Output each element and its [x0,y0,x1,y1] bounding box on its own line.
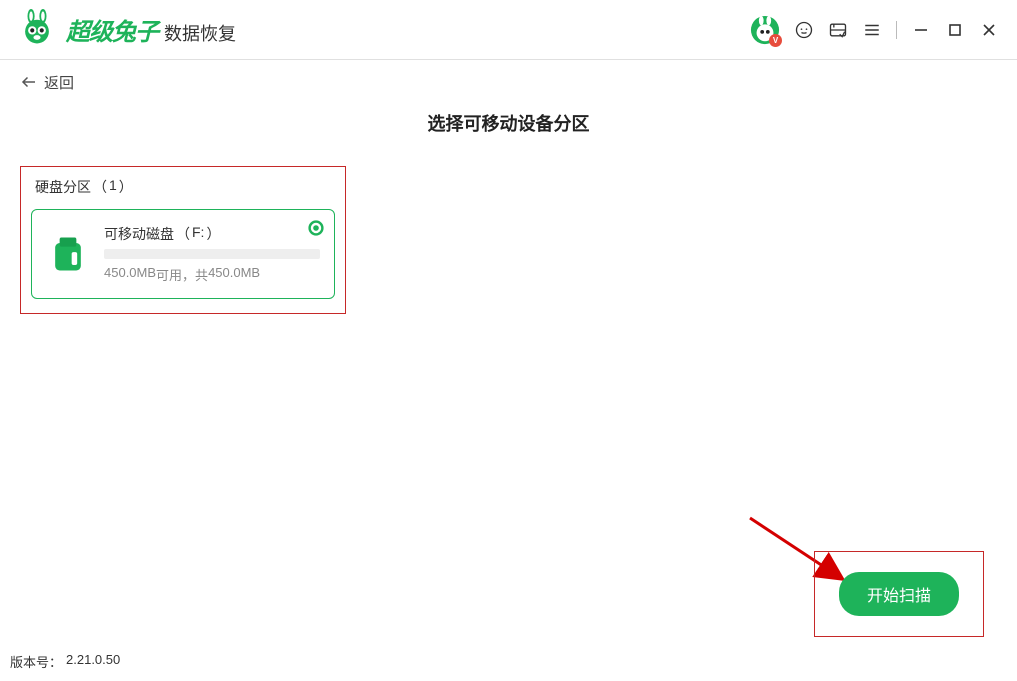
close-button[interactable] [979,20,999,40]
main: 选择可移动设备分区 硬盘分区 （ 1 ） 可移动磁盘 （ F: [0,110,1017,314]
logo-rabbit-icon [18,9,56,50]
start-scan-button[interactable]: 开始扫描 [839,572,959,616]
user-avatar[interactable]: V [750,15,780,45]
minimize-button[interactable] [911,20,931,40]
subbar: 返回 [0,60,1017,104]
separator [896,21,897,39]
titlebar-right: V [750,15,999,45]
service-icon[interactable] [794,20,814,40]
removable-disk-icon [46,232,90,276]
partition-info: 可移动磁盘 （ F: ） 450.0MB 可用，共 450.0MB [104,224,320,284]
brand-name-bold: 超级兔子 [66,12,158,47]
version-value: 2.21.0.50 [66,652,120,671]
feedback-icon[interactable] [828,20,848,40]
version-label: 版本号： [10,652,62,671]
page-title: 选择可移动设备分区 [20,110,997,136]
brand-name: 超级兔子 数据恢复 [66,12,236,47]
partition-group-title: 硬盘分区 （ 1 ） [35,177,335,197]
partition-group: 硬盘分区 （ 1 ） 可移动磁盘 （ F: ） [20,166,346,314]
brand: 超级兔子 数据恢复 [18,9,236,50]
maximize-button[interactable] [945,20,965,40]
usage-bar [104,249,320,259]
version-footer: 版本号： 2.21.0.50 [10,652,120,671]
back-label: 返回 [44,72,74,93]
brand-name-sub: 数据恢复 [164,20,236,46]
partition-card[interactable]: 可移动磁盘 （ F: ） 450.0MB 可用，共 450.0MB [31,209,335,299]
menu-icon[interactable] [862,20,882,40]
arrow-left-icon [20,73,38,91]
titlebar: 超级兔子 数据恢复 V [0,0,1017,60]
partition-stats: 450.0MB 可用，共 450.0MB [104,265,320,284]
scan-button-highlight: 开始扫描 [814,551,984,637]
vip-badge: V [769,34,782,47]
selected-indicator-icon [308,220,324,239]
back-button[interactable]: 返回 [20,72,74,93]
partition-name: 可移动磁盘 （ F: ） [104,224,320,244]
